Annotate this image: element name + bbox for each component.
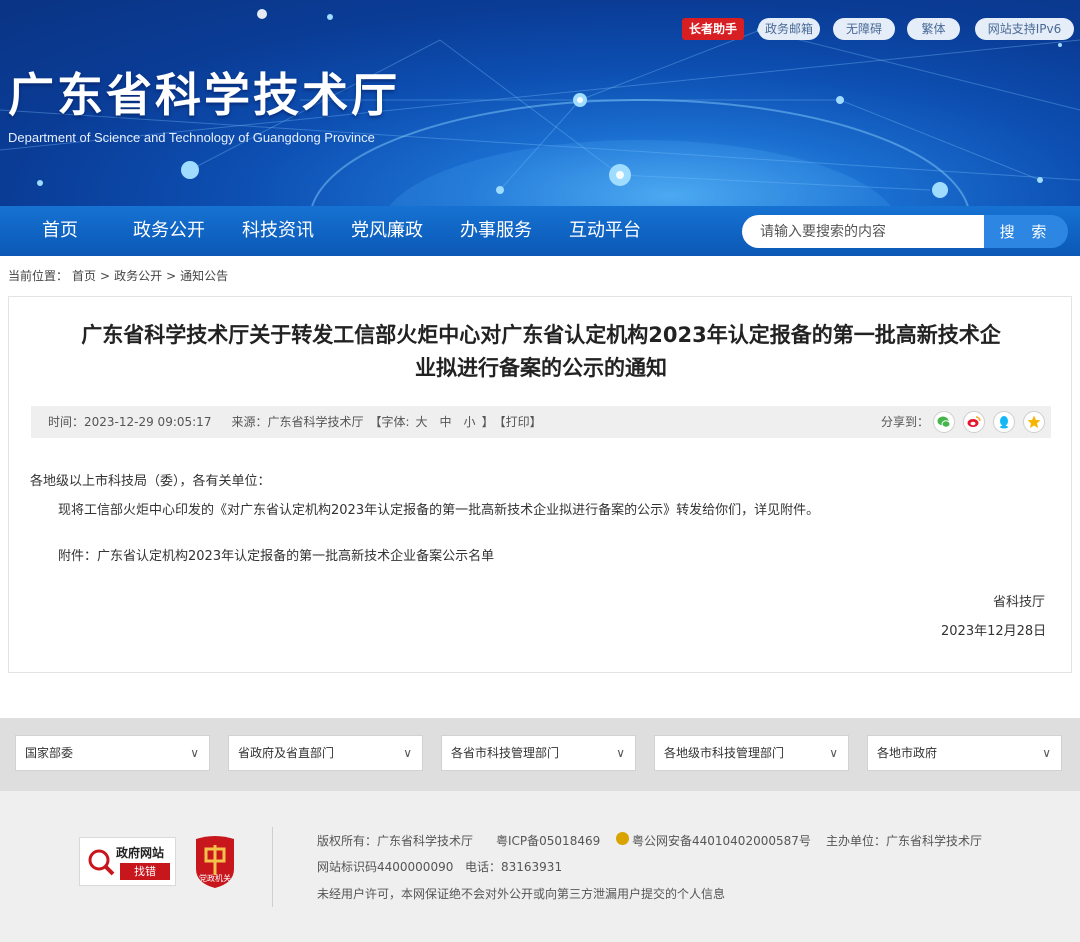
- police-emblem-icon: [616, 832, 629, 845]
- qq-share-icon[interactable]: [993, 411, 1015, 433]
- breadcrumb: 当前位置： 首页 > 政务公开 > 通知公告: [8, 267, 232, 284]
- select-provincial-departments[interactable]: 省政府及省直部门 ∨: [228, 735, 423, 771]
- chevron-down-icon: ∨: [190, 746, 199, 760]
- publish-time: 时间：2023-12-29 09:05:17: [48, 415, 212, 429]
- qzone-share-icon[interactable]: [1023, 411, 1045, 433]
- top-links: 长者助手 政务邮箱 无障碍 繁体 网站支持IPv6: [682, 18, 1080, 40]
- select-label: 各地级市科技管理部门: [664, 746, 785, 760]
- select-label: 各省市科技管理部门: [451, 746, 560, 760]
- chevron-down-icon: ∨: [616, 746, 625, 760]
- site-header: 广东省科学技术厅 Department of Science and Techn…: [0, 0, 1080, 206]
- privacy-notice-text: 未经用户许可，本网保证绝不会对外公开或向第三方泄漏用户提交的个人信息: [317, 887, 726, 901]
- phone-text: 电话：83163931: [465, 860, 563, 874]
- article-title-line: 广东省科学技术厅关于转发工信部火炬中心对广东省认定机构2023年认定报备的第一批…: [81, 323, 1001, 347]
- nav-services[interactable]: 办事服务: [460, 206, 532, 256]
- select-city-governments[interactable]: 各地市政府 ∨: [867, 735, 1062, 771]
- article-salutation: 各地级以上市科技局（委），各有关单位：: [30, 474, 271, 489]
- chevron-down-icon: ∨: [1042, 746, 1051, 760]
- select-label: 省政府及省直部门: [238, 746, 335, 760]
- search-input[interactable]: [742, 215, 986, 248]
- party-gov-agency-badge[interactable]: 党政机关: [192, 835, 238, 889]
- article-title: 广东省科学技术厅关于转发工信部火炬中心对广东省认定机构2023年认定报备的第一批…: [29, 319, 1053, 385]
- search-bar: 搜 索: [742, 215, 1068, 248]
- accessibility-link[interactable]: 无障碍: [833, 18, 895, 40]
- breadcrumb-separator: >: [166, 269, 177, 283]
- breadcrumb-notices[interactable]: 通知公告: [180, 269, 228, 283]
- select-national-ministries[interactable]: 国家部委 ∨: [15, 735, 210, 771]
- breadcrumb-label: 当前位置：: [8, 269, 69, 283]
- share-label: 分享到：: [881, 415, 930, 429]
- chevron-down-icon: ∨: [829, 746, 838, 760]
- nav-interaction[interactable]: 互动平台: [569, 206, 641, 256]
- select-city-tech-depts[interactable]: 各地级市科技管理部门 ∨: [654, 735, 849, 771]
- font-small-button[interactable]: 小: [464, 415, 476, 429]
- nav-gov-affairs[interactable]: 政务公开: [133, 206, 205, 256]
- print-button[interactable]: 【打印】: [500, 415, 542, 429]
- nav-party-integrity[interactable]: 党风廉政: [351, 206, 423, 256]
- select-label: 各地市政府: [877, 746, 938, 760]
- font-size-close: 】: [481, 415, 494, 429]
- breadcrumb-separator: >: [100, 269, 111, 283]
- breadcrumb-gov-affairs[interactable]: 政务公开: [114, 269, 162, 283]
- site-title: 广东省科学技术厅: [8, 68, 400, 122]
- wechat-share-icon[interactable]: [933, 411, 955, 433]
- icp-link[interactable]: 粤ICP备05018469: [496, 832, 600, 849]
- article-signature: 省科技厅: [993, 595, 1046, 610]
- nav-tech-news[interactable]: 科技资讯: [242, 206, 314, 256]
- article-attachment-link[interactable]: 附件：广东省认定机构2023年认定报备的第一批高新技术企业备案公示名单: [58, 545, 494, 564]
- font-large-button[interactable]: 大: [416, 415, 428, 429]
- sponsor-text: 主办单位：广东省科学技术厅: [826, 834, 983, 848]
- magnifier-icon: [88, 849, 115, 876]
- gov-site-error-report-badge[interactable]: 政府网站 找错: [79, 837, 176, 886]
- breadcrumb-home[interactable]: 首页: [72, 269, 96, 283]
- font-medium-button[interactable]: 中: [440, 415, 452, 429]
- ipv6-support-link[interactable]: 网站支持IPv6: [975, 18, 1074, 40]
- gov-mailbox-link[interactable]: 政务邮箱: [758, 18, 820, 40]
- badge-text: 找错: [120, 863, 170, 880]
- site-id-text: 网站标识码4400000090: [317, 860, 454, 874]
- badge-text: 政府网站: [116, 846, 165, 860]
- footer-link-bar: 国家部委 ∨ 省政府及省直部门 ∨ 各省市科技管理部门 ∨ 各地级市科技管理部门 ∨ 各…: [0, 718, 1080, 791]
- chevron-down-icon: ∨: [403, 746, 412, 760]
- article-meta-bar: 时间：2023-12-29 09:05:17 来源：广东省科学技术厅 【字体: 大中小…: [31, 406, 1051, 438]
- badge-text: 党政机关: [199, 874, 231, 883]
- copyright-text: 版权所有：广东省科学技术厅: [317, 834, 474, 848]
- select-provincial-tech-depts[interactable]: 各省市科技管理部门 ∨: [441, 735, 636, 771]
- weibo-share-icon[interactable]: [963, 411, 985, 433]
- traditional-chinese-link[interactable]: 繁体: [907, 18, 960, 40]
- site-footer: 政府网站 找错 党政机关 版权所有：广东省科学技术厅 粤ICP备05018469…: [0, 791, 1080, 942]
- select-label: 国家部委: [25, 746, 74, 760]
- article-paragraph: 现将工信部火炬中心印发的《对广东省认定机构2023年认定报备的第一批高新技术企业…: [58, 503, 820, 518]
- search-button[interactable]: 搜 索: [984, 215, 1068, 248]
- article-title-line: 业拟进行备案的公示的通知: [415, 356, 667, 380]
- site-subtitle: Department of Science and Technology of …: [8, 130, 375, 145]
- footer-divider: [272, 827, 273, 907]
- font-size-label: 【字体:: [369, 415, 410, 429]
- nav-home[interactable]: 首页: [42, 206, 78, 256]
- police-record-link[interactable]: 粤公网安备44010402000587号: [632, 832, 811, 849]
- article-date: 2023年12月28日: [941, 624, 1047, 639]
- article-source: 来源：广东省科学技术厅: [231, 415, 364, 429]
- elder-assistant-link[interactable]: 长者助手: [682, 18, 744, 40]
